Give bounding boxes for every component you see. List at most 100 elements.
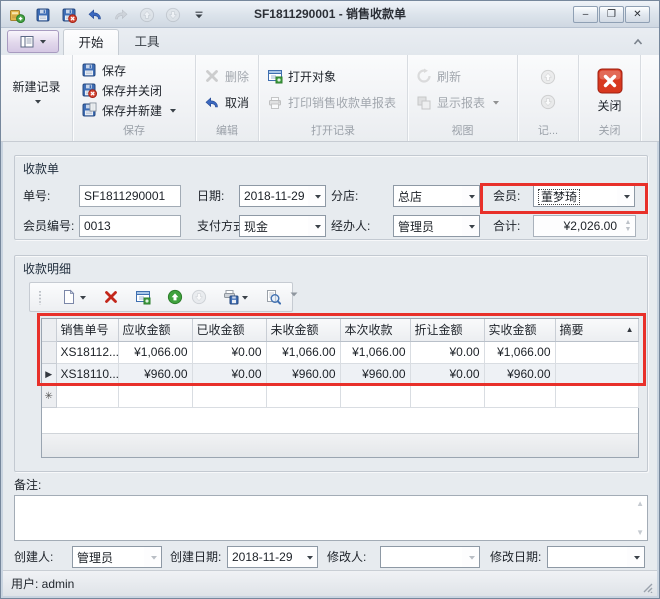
chevron-down-icon[interactable]	[308, 216, 325, 236]
save-close-button[interactable]: 保存并关闭	[73, 80, 195, 100]
chevron-down-icon	[34, 98, 42, 105]
grid-cell[interactable]: ¥0.00	[410, 363, 484, 385]
more-dropdown-button[interactable]	[287, 286, 307, 308]
date-combo[interactable]: 2018-11-29	[239, 185, 326, 207]
grid-cell[interactable]	[484, 385, 555, 407]
tab-tools[interactable]: 工具	[119, 29, 175, 55]
minimize-button[interactable]: –	[573, 6, 598, 23]
app-menu-button[interactable]	[7, 30, 59, 53]
total-spin-field[interactable]: ¥2,026.00 ▲▼	[533, 215, 636, 237]
grid-cell[interactable]: XS18112...	[56, 341, 118, 363]
grid-column-header[interactable]: 已收金额	[192, 319, 266, 341]
group-label-edit: 编辑	[196, 124, 258, 141]
export-button[interactable]	[221, 286, 251, 308]
grid-cell[interactable]: ¥960.00	[118, 363, 192, 385]
cancel-button[interactable]: 取消	[196, 93, 258, 113]
grid-cell[interactable]: XS18110...	[56, 363, 118, 385]
grid-cell[interactable]	[410, 385, 484, 407]
ribbon-group-record: 记...	[518, 55, 579, 141]
grid-cell[interactable]	[266, 385, 340, 407]
maximize-button[interactable]: ❐	[599, 6, 624, 23]
new-record-button[interactable]: 新建记录	[8, 58, 66, 124]
qat-dropdown-icon[interactable]	[189, 5, 208, 24]
delete-red-icon	[103, 289, 119, 305]
member-no-field[interactable]: 0013	[79, 215, 181, 237]
grid-cell[interactable]	[555, 385, 638, 407]
grid-column-header[interactable]: 摘要▲	[555, 319, 638, 341]
open-object-button[interactable]	[133, 286, 153, 308]
grid-cell[interactable]: ¥1,066.00	[484, 341, 555, 363]
grip-button	[35, 286, 55, 308]
grid-column-header[interactable]: 销售单号	[56, 319, 118, 341]
grid-cell[interactable]: ¥1,066.00	[340, 341, 410, 363]
chevron-down-icon[interactable]	[462, 186, 479, 206]
grid-cell[interactable]: ¥1,066.00	[118, 341, 192, 363]
grid-cell[interactable]	[192, 385, 266, 407]
save-new-button[interactable]: 保存并新建	[73, 100, 195, 120]
grid-column-header[interactable]: 未收金额	[266, 319, 340, 341]
grid-column-header[interactable]: 实收金额	[484, 319, 555, 341]
grid-cell[interactable]: ¥0.00	[410, 341, 484, 363]
member-combo[interactable]: 董梦琦	[533, 185, 635, 207]
modifier-combo[interactable]	[380, 546, 480, 568]
delete-red-button[interactable]	[101, 286, 121, 308]
close-button[interactable]: ✕	[625, 6, 650, 23]
grid-cell[interactable]: ¥1,066.00	[266, 341, 340, 363]
tab-start[interactable]: 开始	[63, 29, 119, 55]
payment-combo[interactable]: 现金	[239, 215, 326, 237]
member-value: 董梦琦	[538, 189, 580, 205]
order-no-field[interactable]: SF1811290001	[79, 185, 181, 207]
grid-new-row[interactable]: ✳	[42, 385, 638, 407]
move-up-icon	[167, 289, 183, 305]
grid-cell[interactable]	[340, 385, 410, 407]
more-dropdown-icon	[289, 289, 305, 305]
ribbon-group-close: 关闭 关闭	[579, 55, 641, 141]
remarks-textarea[interactable]: ▲▼	[14, 495, 648, 541]
open-object-button[interactable]: 打开对象	[259, 66, 407, 86]
operator-combo[interactable]: 管理员	[393, 215, 480, 237]
grid-cell[interactable]	[555, 341, 638, 363]
spinner-arrows-icon[interactable]: ▲▼	[621, 216, 635, 236]
new-row-indicator: ✳	[42, 385, 56, 407]
create-date-combo[interactable]: 2018-11-29	[227, 546, 318, 568]
grid-cell[interactable]: ¥0.00	[192, 341, 266, 363]
collapse-ribbon-button[interactable]	[629, 34, 647, 49]
grid-cell[interactable]: ¥960.00	[484, 363, 555, 385]
grid-column-header[interactable]: 本次收款	[340, 319, 410, 341]
grid-row[interactable]: ▶XS18110...¥960.00¥0.00¥960.00¥960.00¥0.…	[42, 363, 638, 385]
branch-combo[interactable]: 总店	[393, 185, 480, 207]
details-grid[interactable]: 销售单号应收金额已收金额未收金额本次收款折让金额实收金额摘要▲XS18112..…	[41, 318, 639, 458]
save-button[interactable]: 保存	[73, 60, 195, 80]
preview-button[interactable]	[263, 286, 283, 308]
window-controls: – ❐ ✕	[573, 6, 650, 23]
grid-column-header[interactable]: 应收金额	[118, 319, 192, 341]
remarks-label: 备注:	[14, 474, 41, 496]
undo-icon[interactable]	[85, 5, 104, 24]
save-icon[interactable]	[33, 5, 52, 24]
move-down-icon	[191, 289, 207, 305]
record-up-icon	[540, 69, 556, 85]
modify-date-combo[interactable]	[547, 546, 645, 568]
grid-cell[interactable]: ¥960.00	[266, 363, 340, 385]
grid-cell[interactable]: ¥0.00	[192, 363, 266, 385]
grid-cell[interactable]	[56, 385, 118, 407]
grid-cell[interactable]: ¥960.00	[340, 363, 410, 385]
chevron-down-icon[interactable]	[462, 216, 479, 236]
save-close-icon[interactable]	[59, 5, 78, 24]
creator-combo[interactable]: 管理员	[72, 546, 162, 568]
member-label: 会员:	[493, 185, 520, 207]
new-record-icon[interactable]	[7, 5, 26, 24]
grid-cell[interactable]	[118, 385, 192, 407]
new-item-button[interactable]	[59, 286, 89, 308]
grid-cell[interactable]	[555, 363, 638, 385]
resize-grip-icon[interactable]	[640, 580, 653, 593]
chevron-down-icon[interactable]	[617, 186, 634, 206]
chevron-down-icon[interactable]	[627, 547, 644, 567]
close-form-button[interactable]: 关闭	[581, 58, 639, 124]
move-up-button[interactable]	[165, 286, 185, 308]
group-label-record: 记...	[518, 124, 578, 141]
chevron-down-icon[interactable]	[308, 186, 325, 206]
grid-row[interactable]: XS18112...¥1,066.00¥0.00¥1,066.00¥1,066.…	[42, 341, 638, 363]
grid-column-header[interactable]: 折让金额	[410, 319, 484, 341]
chevron-down-icon[interactable]	[300, 547, 317, 567]
